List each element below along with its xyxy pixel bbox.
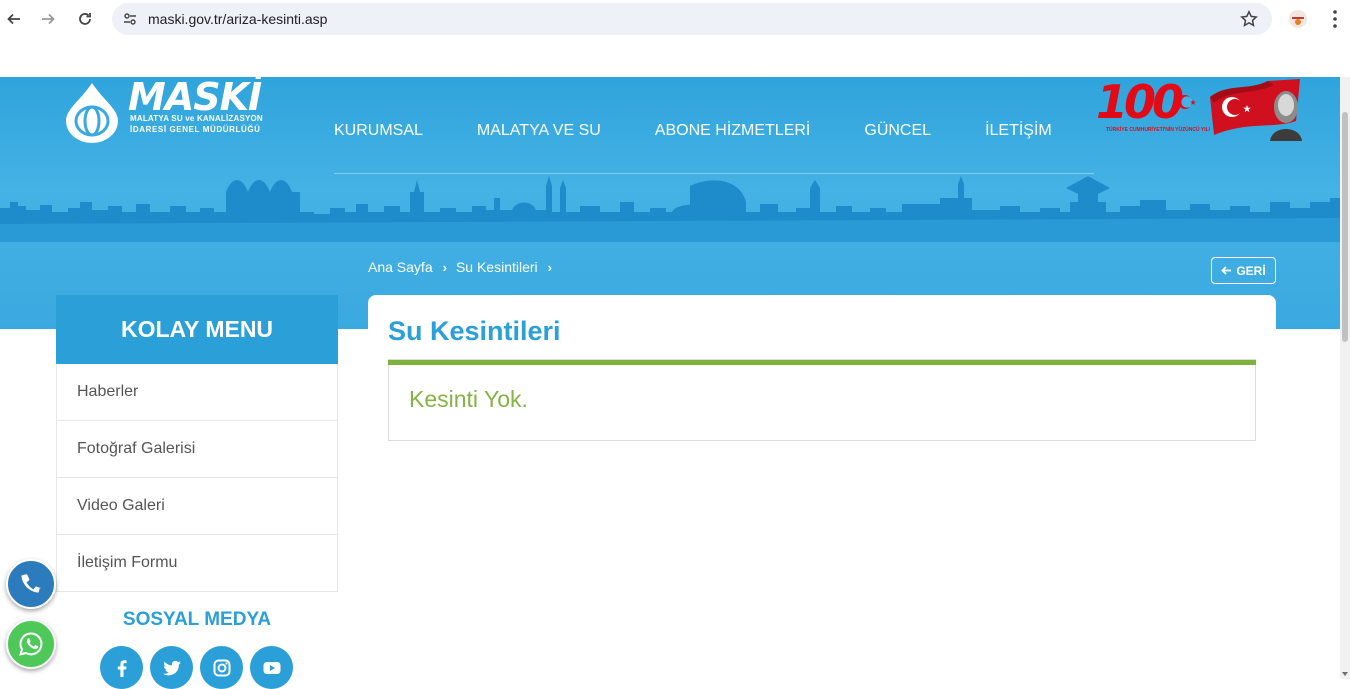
nav-item-abone-hizmetleri[interactable]: ABONE HİZMETLERİ: [655, 122, 811, 140]
extension-icon[interactable]: [1287, 8, 1309, 30]
phone-icon: [21, 574, 41, 593]
nav-item-guncel[interactable]: GÜNCEL: [864, 122, 931, 140]
notice-accent-bar: [388, 359, 1256, 365]
nav-item-iletisim[interactable]: İLETİŞİM: [985, 122, 1052, 140]
whatsapp-icon: [19, 632, 43, 656]
sidebar-item-haberler[interactable]: Haberler: [57, 364, 337, 421]
breadcrumb: Ana Sayfa › Su Kesintileri ›: [368, 259, 561, 275]
outage-notice-box: Kesinti Yok.: [388, 359, 1256, 441]
scroll-down-arrow-icon[interactable]: [1342, 672, 1348, 676]
breadcrumb-home-link[interactable]: Ana Sayfa: [368, 259, 433, 275]
centennial-caption: TÜRKİYE CUMHURİYETİ'NİN YÜZÜNCÜ YILI: [1106, 127, 1211, 133]
browser-menu-icon[interactable]: [1326, 8, 1344, 30]
nav-item-kurumsal[interactable]: KURUMSAL: [334, 122, 423, 140]
logo-subtitle-line1: MALATYA SU ve KANALİZASYON: [130, 114, 263, 123]
site-logo[interactable]: MASKİ MALATYA SU ve KANALİZASYON İDARESİ…: [60, 77, 263, 145]
outage-message: Kesinti Yok.: [409, 386, 528, 412]
logo-subtitle-line2: İDARESİ GENEL MÜDÜRLÜĞÜ: [130, 125, 261, 134]
chevron-right-icon: ›: [547, 259, 552, 275]
page-scrollbar[interactable]: [1340, 77, 1350, 679]
youtube-icon[interactable]: [250, 646, 293, 689]
facebook-icon[interactable]: [100, 646, 143, 689]
url-text[interactable]: maski.gov.tr/ariza-kesinti.asp: [148, 11, 327, 27]
sidebar-item-fotograf-galerisi[interactable]: Fotoğraf Galerisi: [57, 421, 337, 478]
breadcrumb-current[interactable]: Su Kesintileri: [456, 259, 538, 275]
bookmark-star-icon[interactable]: [1240, 10, 1258, 28]
browser-toolbar: maski.gov.tr/ariza-kesinti.asp: [0, 0, 1350, 77]
address-bar[interactable]: maski.gov.tr/ariza-kesinti.asp: [112, 3, 1272, 35]
scrollbar-thumb[interactable]: [1342, 112, 1348, 342]
crescent-star-icon: [1178, 95, 1196, 109]
forward-arrow-icon[interactable]: [37, 8, 59, 30]
easy-menu-sidebar: KOLAY MENU Haberler Fotoğraf Galerisi Vi…: [56, 295, 338, 592]
city-skyline-illustration: [0, 176, 1340, 242]
back-arrow-icon[interactable]: [3, 8, 25, 30]
page-title: Su Kesintileri: [388, 316, 561, 346]
back-button-label: GERİ: [1236, 263, 1266, 278]
arrow-left-icon: [1221, 266, 1232, 275]
back-button[interactable]: GERİ: [1211, 257, 1276, 284]
site-header: MASKİ MALATYA SU ve KANALİZASYON İDARESİ…: [0, 77, 1340, 329]
reload-icon[interactable]: [74, 8, 96, 30]
instagram-icon[interactable]: [200, 646, 243, 689]
sidebar-item-video-galeri[interactable]: Video Galeri: [57, 478, 337, 535]
social-media-title: SOSYAL MEDYA: [122, 609, 272, 630]
turkish-flag-ataturk-image: [1210, 79, 1302, 141]
logo-brand-text: MASKİ: [128, 77, 262, 119]
twitter-icon[interactable]: [150, 646, 193, 689]
water-drop-logo-icon: [66, 83, 118, 143]
sidebar-menu: Haberler Fotoğraf Galerisi Video Galeri …: [56, 364, 338, 592]
centennial-logo: 100 TÜRKİYE CUMHURİYETİ'NİN YÜZÜNCÜ YILI: [1096, 77, 1210, 139]
phone-call-button[interactable]: [6, 559, 56, 609]
sidebar-item-iletisim-formu[interactable]: İletişim Formu: [57, 535, 337, 592]
whatsapp-button[interactable]: [6, 619, 56, 669]
centennial-number: 100: [1096, 77, 1184, 129]
main-content: Su Kesintileri Kesinti Yok.: [368, 295, 1276, 679]
nav-item-malatya-ve-su[interactable]: MALATYA VE SU: [477, 122, 601, 140]
main-navigation: KURUMSAL MALATYA VE SU ABONE HİZMETLERİ …: [334, 122, 1106, 140]
site-settings-icon[interactable]: [116, 5, 144, 33]
social-media-links: [100, 646, 300, 689]
chevron-right-icon: ›: [442, 259, 447, 275]
sidebar-title: KOLAY MENU: [56, 295, 338, 364]
